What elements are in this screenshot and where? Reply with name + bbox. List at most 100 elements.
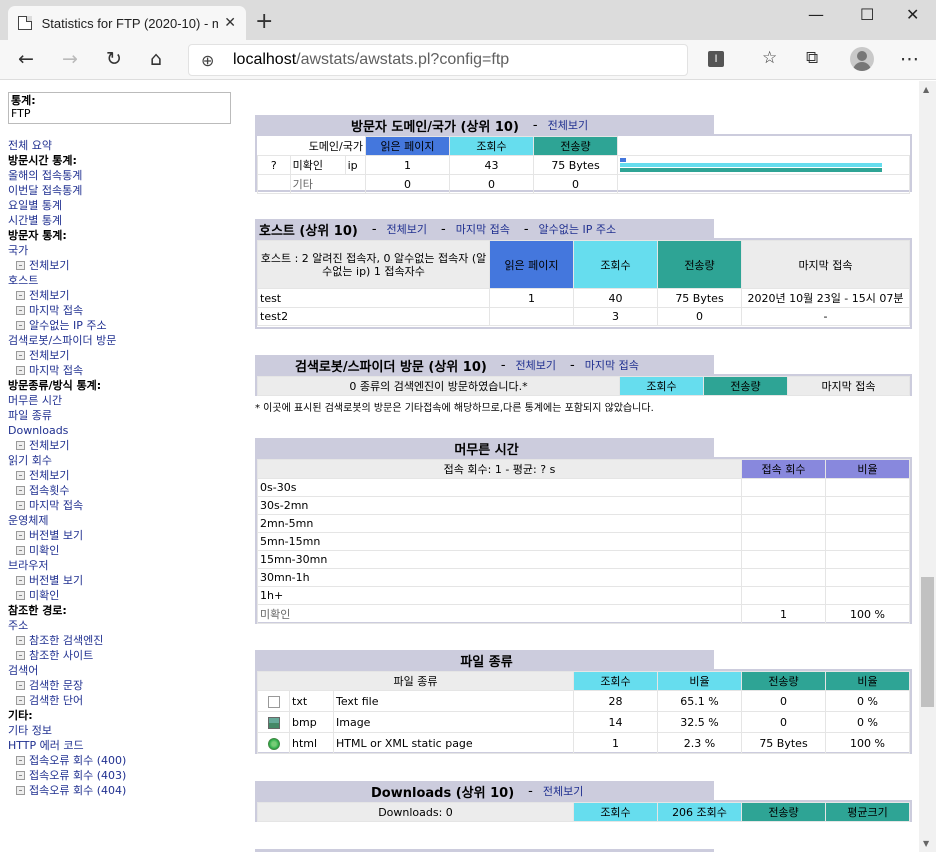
filetype-hits-pct: 2.3 % — [657, 732, 742, 754]
sidebar-sublink[interactable]: 마지막 접속 — [8, 498, 244, 513]
url-host: localhost — [233, 51, 297, 68]
sidebar-section-heading: 방문자 통계: — [8, 228, 244, 243]
domains-full-list-link[interactable]: 전체보기 — [548, 117, 588, 133]
minimize-button[interactable]: — — [808, 5, 824, 24]
back-arrow-icon[interactable]: ← — [18, 48, 34, 70]
sidebar-link[interactable]: 시간별 통계 — [8, 213, 244, 228]
close-window-button[interactable]: ✕ — [906, 5, 919, 24]
sidebar-link[interactable]: 국가 — [8, 243, 244, 258]
hosts-unknown-ip-link[interactable]: 알수없는 IP 주소 — [539, 221, 617, 237]
more-menu-icon[interactable]: ⋯ — [900, 48, 919, 70]
sidebar-link[interactable]: HTTP 에러 코드 — [8, 738, 244, 753]
new-tab-button[interactable]: + — [255, 9, 273, 34]
separator: - — [528, 783, 533, 799]
hosts-last-visit-link[interactable]: 마지막 접속 — [456, 221, 510, 237]
sessions-desc: 접속 회수: 1 - 평균: ? s — [257, 459, 742, 479]
sidebar-sublink[interactable]: 마지막 접속 — [8, 303, 244, 318]
filetype-hits: 1 — [573, 732, 658, 754]
sidebar-sublink[interactable]: 버전별 보기 — [8, 528, 244, 543]
sidebar-item-label: 이번달 접속통계 — [8, 184, 83, 197]
sidebar-item-label: 전체보기 — [29, 469, 70, 482]
session-pct — [825, 550, 910, 569]
sidebar-sublink[interactable]: 접속오류 회수 (403) — [8, 768, 244, 783]
sidebar-item-label: 검색한 문장 — [29, 679, 84, 692]
sidebar-link[interactable]: 주소 — [8, 618, 244, 633]
percent-header: 비율 — [825, 459, 910, 479]
profile-avatar[interactable] — [850, 47, 874, 71]
hits-header: 조회수 — [619, 376, 704, 396]
sidebar-link[interactable]: 읽기 회수 — [8, 453, 244, 468]
session-count — [741, 586, 826, 605]
sidebar-sublink[interactable]: 참조한 검색엔진 — [8, 633, 244, 648]
forward-arrow-icon[interactable]: → — [62, 48, 78, 70]
sidebar-sublink[interactable]: 알수없는 IP 주소 — [8, 318, 244, 333]
maximize-button[interactable]: ☐ — [860, 5, 874, 24]
sidebar-sublink[interactable]: 전체보기 — [8, 348, 244, 363]
sidebar-link[interactable]: 검색어 — [8, 663, 244, 678]
sidebar-link[interactable]: 검색로봇/스파이더 방문 — [8, 333, 244, 348]
sub-item-icon — [16, 366, 25, 375]
sidebar-link[interactable]: 전체 요약 — [8, 138, 244, 153]
sidebar-sublink[interactable]: 전체보기 — [8, 288, 244, 303]
hits-percent-header: 비율 — [657, 671, 742, 691]
separator: - — [371, 221, 377, 237]
sidebar-link[interactable]: 이번달 접속통계 — [8, 183, 244, 198]
sidebar-sublink[interactable]: 접속오류 회수 (400) — [8, 753, 244, 768]
sidebar-sublink[interactable]: 검색한 단어 — [8, 693, 244, 708]
sidebar-sublink[interactable]: 마지막 접속 — [8, 363, 244, 378]
robots-title-bar: 검색로봇/스파이더 방문 (상위 10) - 전체보기 - 마지막 접속 — [255, 355, 714, 375]
hits-header: 조회수 — [573, 802, 658, 822]
sidebar-item-label: 운영체제 — [8, 514, 49, 527]
scrollbar-thumb[interactable] — [921, 577, 934, 707]
hits-bar — [620, 163, 882, 167]
session-range: 2mn-5mn — [257, 514, 742, 533]
hosts-full-list-link[interactable]: 전체보기 — [387, 221, 427, 237]
sidebar-link[interactable]: Downloads — [8, 423, 244, 438]
tab-close-icon[interactable]: ✕ — [224, 15, 236, 31]
tab-bar: Statistics for FTP (2020-10) - main ✕ + … — [0, 0, 936, 40]
sidebar-sublink[interactable]: 전체보기 — [8, 258, 244, 273]
sidebar-link[interactable]: 머무른 시간 — [8, 393, 244, 408]
scroll-down-icon[interactable]: ▼ — [923, 839, 929, 848]
file-icon-cell — [257, 690, 290, 712]
sidebar-link[interactable]: 파일 종류 — [8, 408, 244, 423]
downloads-full-list-link[interactable]: 전체보기 — [543, 783, 583, 799]
robots-last-visit-link[interactable]: 마지막 접속 — [585, 357, 639, 373]
robots-full-list-link[interactable]: 전체보기 — [516, 357, 556, 373]
sidebar-link[interactable]: 올해의 접속통계 — [8, 168, 244, 183]
sidebar-section-heading: 기타: — [8, 708, 244, 723]
sidebar-link[interactable]: 기타 정보 — [8, 723, 244, 738]
sub-item-icon — [16, 651, 25, 660]
favorites-star-icon[interactable]: ☆ — [762, 48, 777, 68]
sidebar-link[interactable]: 운영체제 — [8, 513, 244, 528]
sidebar-sublink[interactable]: 접속오류 회수 (404) — [8, 783, 244, 798]
sidebar-sublink[interactable]: 미확인 — [8, 543, 244, 558]
table-row: 2mn-5mn — [257, 514, 910, 533]
collections-icon[interactable]: ⧉ — [806, 48, 818, 68]
home-icon[interactable]: ⌂ — [150, 48, 162, 70]
vertical-scrollbar[interactable]: ▲ ▼ — [919, 81, 936, 852]
sidebar-link[interactable]: 요일별 통계 — [8, 198, 244, 213]
session-pct — [825, 514, 910, 533]
domains-table: 도메인/국가 읽은 페이지 조회수 전송량 ? 미확인 ip 1 43 75 B… — [257, 136, 910, 194]
sidebar-item-label: 마지막 접속 — [29, 364, 84, 377]
sidebar-sublink[interactable]: 검색한 문장 — [8, 678, 244, 693]
sidebar-sublink[interactable]: 전체보기 — [8, 468, 244, 483]
scroll-up-icon[interactable]: ▲ — [923, 85, 929, 94]
browser-tab[interactable]: Statistics for FTP (2020-10) - main ✕ — [8, 6, 246, 40]
immersive-reader-icon[interactable]: I — [708, 51, 724, 67]
sidebar-sublink[interactable]: 전체보기 — [8, 438, 244, 453]
sub-item-icon — [16, 531, 25, 540]
sub-item-icon — [16, 321, 25, 330]
host-bandwidth: 75 Bytes — [657, 288, 742, 308]
sidebar-sublink[interactable]: 참조한 사이트 — [8, 648, 244, 663]
reload-icon[interactable]: ↻ — [106, 48, 122, 70]
separator: - — [500, 357, 506, 373]
sidebar-link[interactable]: 브라우저 — [8, 558, 244, 573]
browser-window: Statistics for FTP (2020-10) - main ✕ + … — [0, 0, 936, 852]
sidebar-sublink[interactable]: 접속횟수 — [8, 483, 244, 498]
address-bar[interactable]: ⊕ localhost/awstats/awstats.pl?config=ft… — [188, 44, 688, 76]
sidebar-sublink[interactable]: 버전별 보기 — [8, 573, 244, 588]
sidebar-link[interactable]: 호스트 — [8, 273, 244, 288]
sidebar-sublink[interactable]: 미확인 — [8, 588, 244, 603]
